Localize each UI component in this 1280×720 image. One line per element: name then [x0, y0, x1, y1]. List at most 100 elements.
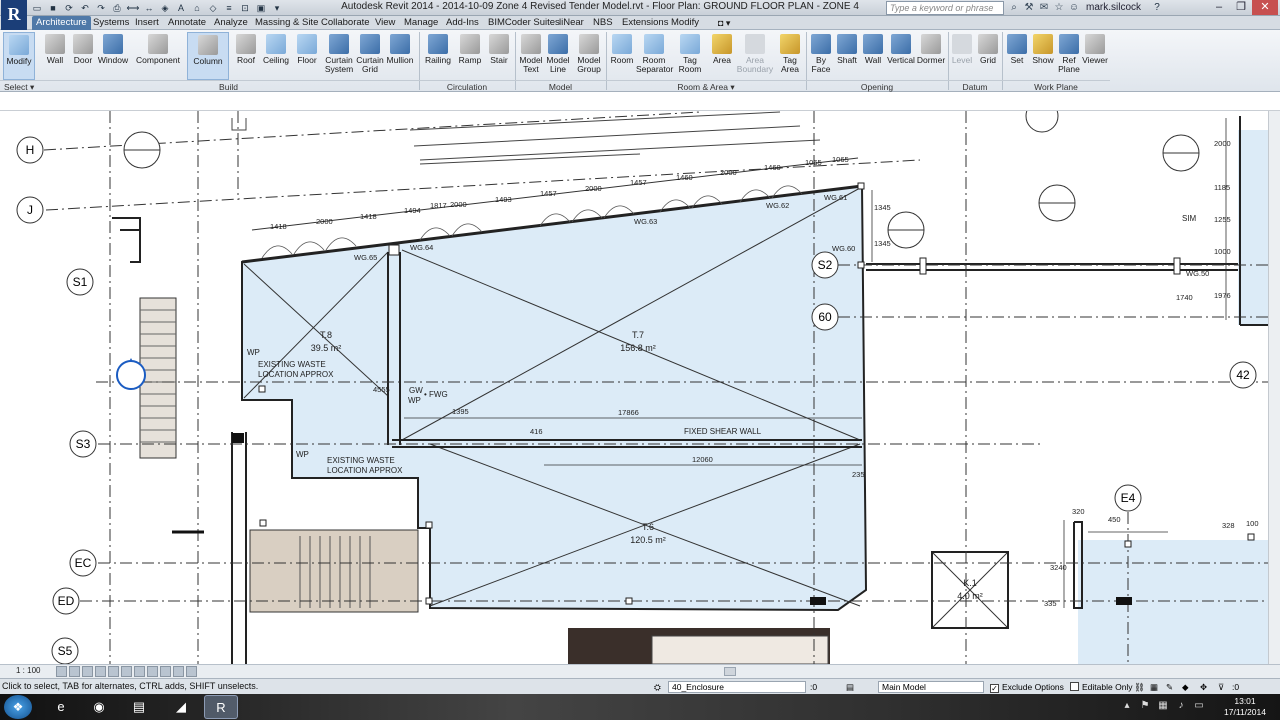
close-hidden-icon[interactable]: ⊡: [238, 1, 252, 15]
dormer-button[interactable]: Dormer: [916, 32, 946, 80]
maximize-button[interactable]: ❐: [1230, 0, 1252, 15]
area-button[interactable]: Area: [708, 32, 736, 80]
exclude-options-checkbox[interactable]: ✓ Exclude Options: [990, 681, 1064, 693]
area-boundary-button[interactable]: Area Boundary: [736, 32, 774, 80]
level-button[interactable]: Level: [950, 32, 974, 80]
temp-hide-icon[interactable]: [134, 666, 145, 677]
viewer-button[interactable]: Viewer: [1082, 32, 1108, 80]
curtain-system-button[interactable]: Curtain System: [323, 32, 355, 80]
worksets-icon[interactable]: ⛭: [654, 681, 661, 693]
set-button[interactable]: Set: [1004, 32, 1030, 80]
qat-dropdown-icon[interactable]: ▾: [270, 1, 284, 15]
measure-icon[interactable]: ⟷: [126, 1, 140, 15]
constraints-icon[interactable]: [186, 666, 197, 677]
door-button[interactable]: Door: [70, 32, 96, 80]
open-icon[interactable]: ▭: [30, 1, 44, 15]
tab-add-ins[interactable]: Add-Ins: [446, 16, 479, 30]
editable-only-checkbox[interactable]: Editable Only: [1070, 681, 1133, 693]
chrome-icon[interactable]: ◉: [82, 695, 116, 719]
detail-level-icon[interactable]: [56, 666, 67, 677]
active-workset-select[interactable]: 40_Enclosure: [668, 681, 806, 693]
application-menu-button[interactable]: R: [1, 0, 27, 30]
section-icon[interactable]: ◇: [206, 1, 220, 15]
panel-select[interactable]: Select ▾: [0, 80, 38, 92]
tag-icon[interactable]: ◈: [158, 1, 172, 15]
tab-nbs[interactable]: NBS: [593, 16, 613, 30]
network-icon[interactable]: ▦: [1156, 699, 1170, 713]
tab-linear[interactable]: liNear: [559, 16, 584, 30]
show-hidden-icons-icon[interactable]: ▴: [1120, 699, 1134, 713]
tag-area-button[interactable]: Tag Area: [776, 32, 804, 80]
help-button[interactable]: ?: [1150, 1, 1164, 15]
tag-room-button[interactable]: Tag Room: [675, 32, 705, 80]
close-button[interactable]: ✕: [1252, 0, 1278, 15]
user-name[interactable]: mark.silcock: [1086, 2, 1141, 13]
monitor-icon[interactable]: ▭: [1192, 699, 1206, 713]
sync-icon[interactable]: ⟳: [62, 1, 76, 15]
search-icon[interactable]: ⌕: [1008, 1, 1020, 15]
ramp-button[interactable]: Ramp: [456, 32, 484, 80]
visual-style-icon[interactable]: [69, 666, 80, 677]
select-underlay-icon[interactable]: ▦: [1150, 681, 1158, 693]
dimension-icon[interactable]: ↔: [142, 1, 156, 15]
by-face-button[interactable]: By Face: [808, 32, 834, 80]
print-icon[interactable]: ⎙: [110, 1, 124, 15]
ceiling-button[interactable]: Ceiling: [261, 32, 291, 80]
start-button[interactable]: ❖: [4, 695, 32, 719]
ref-plane-button[interactable]: Ref Plane: [1056, 32, 1082, 80]
mullion-button[interactable]: Mullion: [385, 32, 415, 80]
communication-icon[interactable]: ✉: [1038, 1, 1050, 15]
window-button[interactable]: Window: [97, 32, 129, 80]
revit-taskbar-icon[interactable]: R: [204, 695, 238, 719]
room-separator-button[interactable]: Room Separator: [636, 32, 673, 80]
design-option-select[interactable]: Main Model: [878, 681, 984, 693]
text-icon[interactable]: A: [174, 1, 188, 15]
flag-icon[interactable]: ⚑: [1138, 699, 1152, 713]
tab-systems[interactable]: Systems: [93, 16, 129, 30]
railing-button[interactable]: Railing: [424, 32, 452, 80]
room-button[interactable]: Room: [608, 32, 636, 80]
stair-button[interactable]: Stair: [486, 32, 512, 80]
show-crop-icon[interactable]: [121, 666, 132, 677]
stair-core[interactable]: [249, 529, 419, 613]
select-by-face-icon[interactable]: ◆: [1182, 681, 1189, 693]
tab-architecture[interactable]: Architecture: [32, 16, 91, 30]
nvidia-icon[interactable]: ◢: [164, 695, 198, 719]
volume-icon[interactable]: ♪: [1174, 699, 1188, 713]
ribbon-minimize-icon[interactable]: ◘ ▾: [718, 16, 730, 30]
view-scale[interactable]: 1 : 100: [16, 666, 40, 675]
tab-modify[interactable]: Modify: [671, 16, 699, 30]
switch-windows-icon[interactable]: ▣: [254, 1, 268, 15]
modify-button[interactable]: Modify: [3, 32, 35, 80]
tab-massing-site[interactable]: Massing & Site: [255, 16, 318, 30]
wall-button[interactable]: Wall: [41, 32, 69, 80]
curtain-grid-button[interactable]: Curtain Grid: [355, 32, 385, 80]
roof-button[interactable]: Roof: [233, 32, 259, 80]
3d-view-icon[interactable]: ⌂: [190, 1, 204, 15]
tab-annotate[interactable]: Annotate: [168, 16, 206, 30]
tab-bimcoder-suites[interactable]: BIMCoder Suites: [488, 16, 560, 30]
component-button[interactable]: Component: [133, 32, 183, 80]
thin-lines-icon[interactable]: ≡: [222, 1, 236, 15]
floor-button[interactable]: Floor: [294, 32, 320, 80]
sun-path-icon[interactable]: [82, 666, 93, 677]
user-icon[interactable]: ☺: [1068, 1, 1080, 15]
column-button[interactable]: Column: [187, 32, 229, 80]
drawing-canvas[interactable]: H J S1 S3 EC ED S5 S2 60 42 E4 T.8 39.5 …: [0, 111, 1268, 664]
subscription-icon[interactable]: ⚒: [1023, 1, 1035, 15]
reveal-hidden-icon[interactable]: [147, 666, 158, 677]
drag-elements-icon[interactable]: ✥: [1200, 681, 1207, 693]
wall-opening-button[interactable]: Wall: [860, 32, 886, 80]
redo-icon[interactable]: ↷: [94, 1, 108, 15]
internet-explorer-icon[interactable]: e: [44, 695, 78, 719]
taskbar-clock[interactable]: 13:01 17/11/2014: [1222, 696, 1268, 718]
minimize-button[interactable]: –: [1208, 0, 1230, 15]
model-line-button[interactable]: Model Line: [545, 32, 571, 80]
shaft-button[interactable]: Shaft: [834, 32, 860, 80]
vertical-scrollbar[interactable]: [1268, 111, 1280, 664]
tab-manage[interactable]: Manage: [404, 16, 438, 30]
select-pinned-icon[interactable]: ✎: [1166, 681, 1173, 693]
tab-view[interactable]: View: [375, 16, 395, 30]
file-explorer-icon[interactable]: ▤: [122, 695, 156, 719]
filter-icon[interactable]: ⊽: [1218, 681, 1224, 693]
